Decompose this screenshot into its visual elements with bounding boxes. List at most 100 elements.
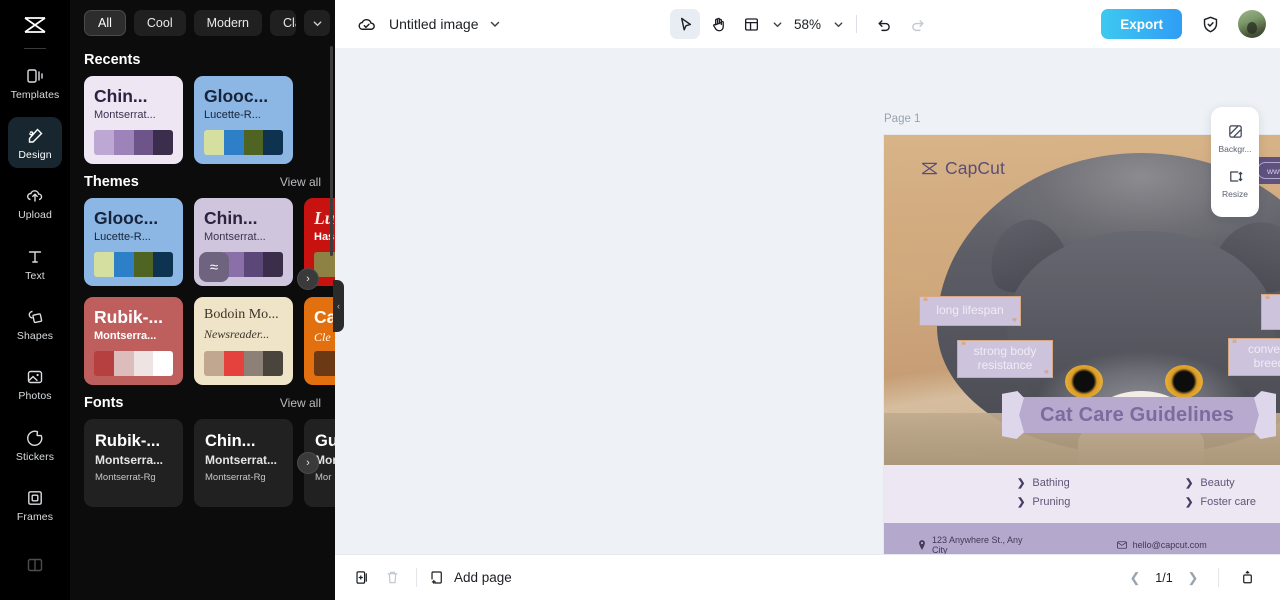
sidebar-item-stickers[interactable]: Stickers bbox=[8, 419, 62, 470]
export-button[interactable]: Export bbox=[1101, 9, 1182, 39]
sidebar-item-label: Photos bbox=[18, 390, 52, 403]
resize-icon bbox=[1227, 168, 1244, 185]
chevron-right-icon: ❯ bbox=[1017, 477, 1026, 489]
chevron-down-icon[interactable] bbox=[304, 10, 331, 36]
font-card[interactable]: Chin... Montserrat... Montserrat-Rg bbox=[194, 419, 293, 507]
fonts-next-arrow[interactable]: › bbox=[297, 452, 319, 474]
sidebar-item-shapes[interactable]: Shapes bbox=[8, 298, 62, 349]
panel-collapse-handle[interactable]: ‹ bbox=[333, 280, 344, 332]
themes-view-all[interactable]: View all bbox=[280, 175, 321, 189]
duplicate-page-button[interactable] bbox=[347, 563, 377, 593]
feature-tag[interactable]: ❝ long lifespan ❞ bbox=[919, 296, 1021, 327]
design-list-columns: ❯ Bathing ❯ Pruning ❯ Beauty ❯ Foster ca… bbox=[884, 477, 1280, 515]
list-item[interactable]: ❯ Bathing bbox=[1017, 477, 1147, 489]
capcut-logo-icon bbox=[920, 161, 939, 176]
expand-panel-button[interactable] bbox=[1232, 563, 1262, 593]
theme-card-name: Glooc... bbox=[204, 86, 269, 106]
rail-divider bbox=[24, 47, 46, 49]
hand-tool-button[interactable] bbox=[703, 9, 733, 39]
chip-cool[interactable]: Cool bbox=[133, 10, 186, 36]
quote-glyph: ❝ bbox=[1265, 294, 1270, 304]
design-title-band[interactable]: Cat Care Guidelines bbox=[1014, 397, 1260, 433]
theme-card[interactable]: Bodoin Mo... Newsreader... bbox=[194, 297, 293, 385]
theme-card-font: Montserra... bbox=[94, 330, 157, 343]
fonts-view-all[interactable]: View all bbox=[280, 396, 321, 410]
panel-scrollbar[interactable] bbox=[330, 46, 333, 256]
font-card[interactable]: Rubik-... Montserra... Montserrat-Rg bbox=[84, 419, 183, 507]
undo-button[interactable] bbox=[869, 9, 899, 39]
background-icon bbox=[1227, 123, 1244, 140]
sidebar-item-photos[interactable]: Photos bbox=[8, 358, 62, 409]
main-area: Untitled image 58% Export Page 1 CapCut … bbox=[335, 0, 1280, 600]
themes-next-arrow[interactable]: › bbox=[297, 268, 319, 290]
next-page-button[interactable]: ❯ bbox=[1181, 566, 1205, 590]
canvas-area[interactable]: Page 1 CapCut ww ❝ long lifespan ❞ ❝ ❝ s… bbox=[335, 48, 1280, 554]
feature-tag[interactable]: ❝ strong body resistance ❞ bbox=[1261, 294, 1280, 330]
theme-card[interactable]: Chin... Montserrat... bbox=[84, 76, 183, 164]
select-tool-button[interactable] bbox=[670, 9, 700, 39]
chip-classic[interactable]: Classic bbox=[270, 10, 297, 36]
capcut-logo-icon[interactable] bbox=[15, 8, 55, 42]
wave-badge-icon[interactable]: ≈ bbox=[199, 252, 229, 282]
shield-check-icon[interactable] bbox=[1195, 9, 1225, 39]
sidebar-item-label: Shapes bbox=[16, 330, 54, 343]
feature-tag[interactable]: ❝ convenient breeding ❞ bbox=[1228, 338, 1280, 376]
feature-tag[interactable]: ❝ strong body resistance ❞ bbox=[957, 340, 1053, 379]
upload-cloud-icon bbox=[24, 185, 46, 207]
chip-modern[interactable]: Modern bbox=[193, 10, 263, 36]
redo-button[interactable] bbox=[902, 9, 932, 39]
resize-tool-button[interactable]: Resize bbox=[1211, 163, 1259, 208]
sidebar-item-design[interactable]: Design bbox=[8, 116, 62, 169]
delete-page-button[interactable] bbox=[377, 563, 407, 593]
theme-card-font: Lucette-R... bbox=[204, 109, 261, 122]
chip-all[interactable]: All bbox=[84, 10, 126, 36]
sidebar-item-label: Frames bbox=[16, 511, 54, 524]
color-swatches bbox=[94, 130, 173, 155]
add-page-button[interactable]: Add page bbox=[429, 569, 512, 586]
list-item-label: Beauty bbox=[1200, 477, 1235, 489]
sidebar-item-label: Templates bbox=[10, 88, 60, 101]
cloud-saved-icon[interactable] bbox=[353, 11, 379, 37]
sidebar-item-text[interactable]: Text bbox=[8, 238, 62, 289]
footer-address: 123 Anywhere St., Any City bbox=[918, 535, 1031, 554]
layout-chevron-down-icon[interactable] bbox=[772, 19, 783, 30]
zoom-level[interactable]: 58% bbox=[794, 17, 821, 32]
theme-card[interactable]: Chin... Montserrat... ≈ bbox=[194, 198, 293, 286]
zoom-chevron-down-icon[interactable] bbox=[833, 19, 844, 30]
prev-page-button[interactable]: ❮ bbox=[1123, 566, 1147, 590]
chevron-down-icon[interactable] bbox=[489, 18, 501, 30]
footer-address-text: 123 Anywhere St., Any City bbox=[932, 535, 1023, 554]
stickers-icon bbox=[24, 427, 46, 449]
theme-card-name: Ca bbox=[314, 307, 335, 327]
sidebar-item-upload[interactable]: Upload bbox=[8, 177, 62, 228]
theme-card[interactable]: Ca Cle bbox=[304, 297, 335, 385]
frames-icon bbox=[24, 487, 46, 509]
color-swatches bbox=[314, 351, 335, 376]
list-item[interactable]: ❯ Beauty bbox=[1185, 477, 1280, 489]
quote-glyph: ❝ bbox=[923, 296, 928, 306]
list-item[interactable]: ❯ Pruning bbox=[1017, 496, 1147, 508]
layout-tool-button[interactable] bbox=[736, 9, 766, 39]
avatar[interactable] bbox=[1238, 10, 1266, 38]
sidebar-item-label: Upload bbox=[18, 209, 52, 222]
theme-card[interactable]: Glooc... Lucette-R... bbox=[84, 198, 183, 286]
list-item[interactable]: ❯ Foster care bbox=[1185, 496, 1280, 508]
add-page-icon bbox=[429, 569, 446, 586]
section-title: Themes bbox=[84, 174, 139, 190]
font-card-name: Rubik-... bbox=[95, 432, 161, 450]
sidebar-item-frames[interactable]: Frames bbox=[8, 479, 62, 530]
footer-email-text: hello@capcut.com bbox=[1132, 540, 1207, 550]
footer-email: hello@capcut.com bbox=[1116, 540, 1207, 550]
design-title: Cat Care Guidelines bbox=[1040, 403, 1234, 426]
background-tool-button[interactable]: Backgr... bbox=[1211, 118, 1259, 163]
theme-card[interactable]: Rubik-... Montserra... bbox=[84, 297, 183, 385]
theme-card[interactable]: Glooc... Lucette-R... bbox=[194, 76, 293, 164]
sidebar-item-templates[interactable]: Templates bbox=[8, 57, 62, 108]
resize-tool-label: Resize bbox=[1222, 189, 1248, 199]
page-indicator: 1/1 bbox=[1155, 570, 1173, 585]
theme-card-font: Montserrat... bbox=[94, 109, 156, 122]
design-brush-icon bbox=[24, 125, 46, 147]
url-pill: www.capcut.com bbox=[1257, 162, 1280, 179]
sidebar-item-more[interactable] bbox=[8, 540, 62, 591]
document-title[interactable]: Untitled image bbox=[389, 16, 479, 32]
